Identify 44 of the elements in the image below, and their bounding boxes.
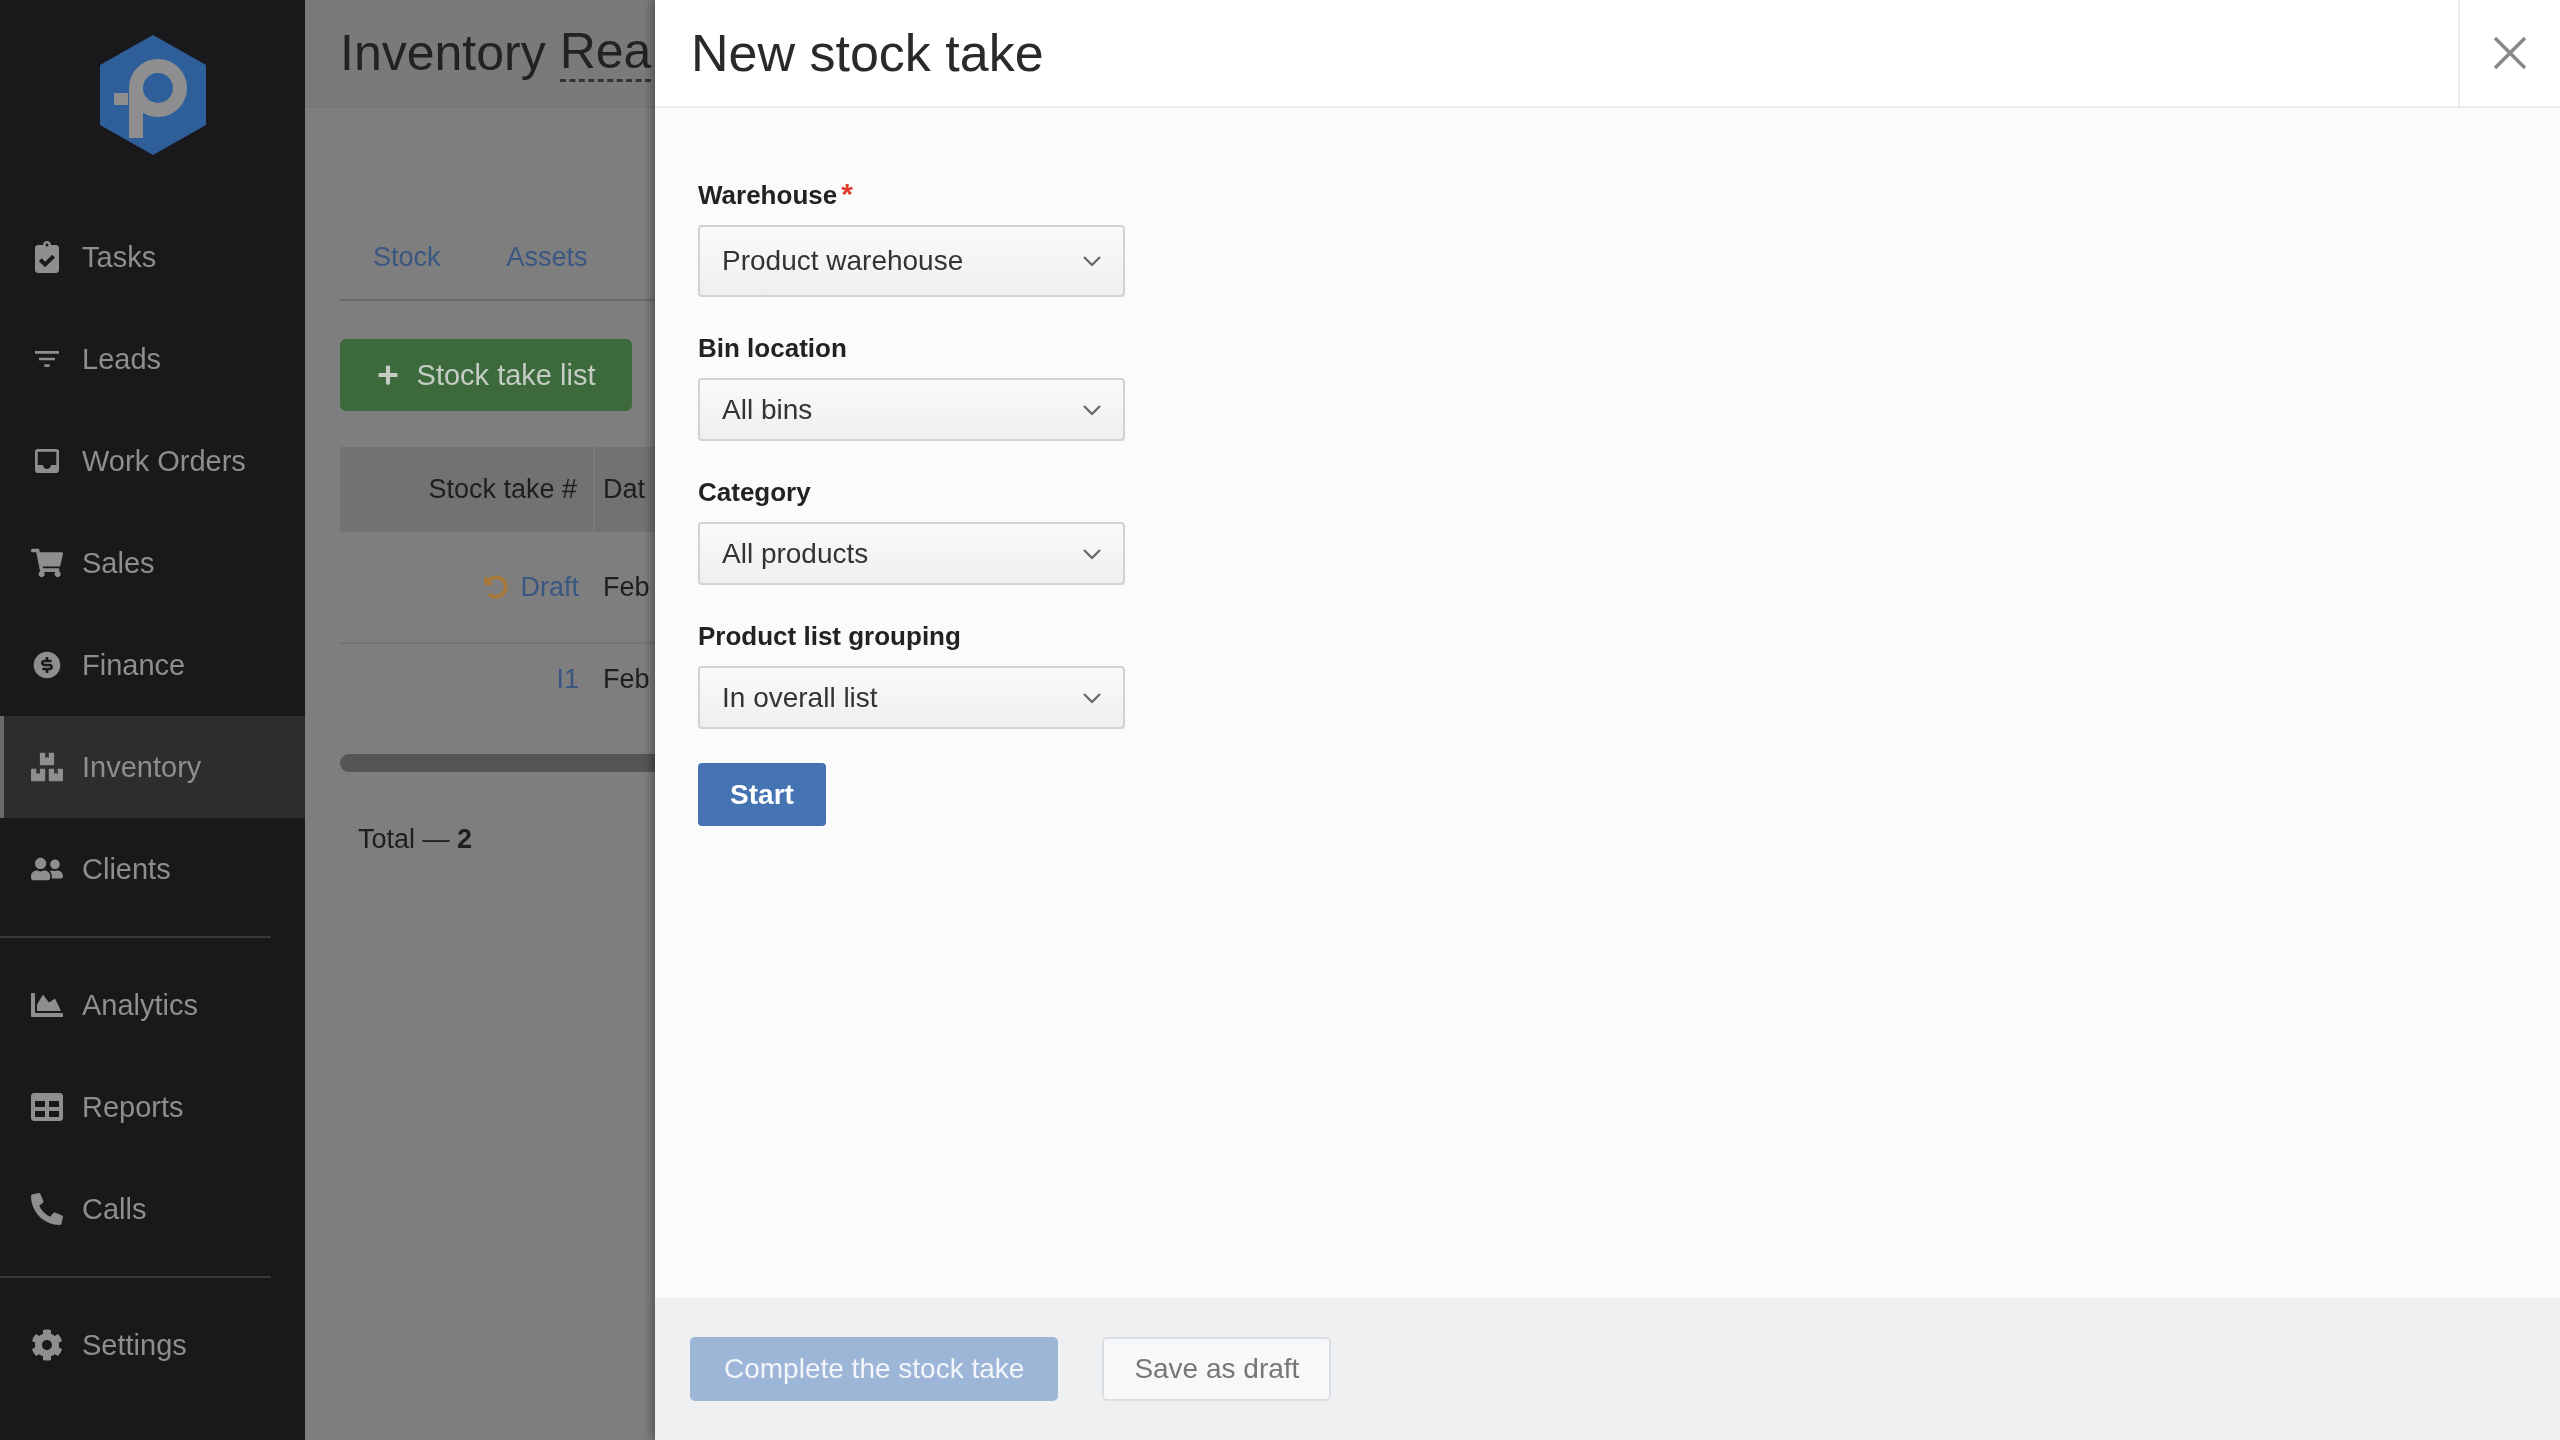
sidebar-item[interactable]: Analytics (0, 954, 305, 1056)
chevron-down-icon (1083, 692, 1101, 703)
table-cell: Feb (603, 663, 650, 695)
required-mark: * (841, 180, 853, 207)
sidebar-item[interactable]: Reports (0, 1056, 305, 1158)
title-link[interactable]: Rea (559, 24, 652, 82)
field-label: Warehouse (698, 180, 838, 211)
dropdown[interactable]: All bins (698, 378, 1125, 441)
cart-icon (30, 546, 64, 580)
sidebar-item[interactable]: Sales (0, 512, 305, 614)
start-button[interactable]: Start (698, 763, 826, 826)
page-title: Inventory (340, 24, 546, 82)
field-label: Category (698, 477, 811, 508)
save-draft-button[interactable]: Save as draft (1102, 1337, 1332, 1401)
boxes-icon (30, 750, 64, 784)
field-label: Product list grouping (698, 621, 961, 652)
drawer-title: New stock take (690, 23, 1045, 84)
sidebar-item[interactable]: Settings (0, 1294, 305, 1396)
undo-icon (484, 575, 509, 599)
table-cell: Feb (603, 571, 650, 603)
settings-icon (30, 1328, 64, 1362)
dropdown[interactable]: All products (698, 522, 1125, 585)
chevron-down-icon (1083, 256, 1101, 266)
plus-icon (376, 364, 399, 386)
field-label: Bin location (698, 333, 847, 364)
column-header: Stock take # (340, 447, 595, 532)
sidebar-item[interactable]: Calls (0, 1158, 305, 1260)
chevron-down-icon (1083, 548, 1101, 559)
scrollbar[interactable] (340, 754, 655, 772)
sidebar-item[interactable]: Tasks (0, 206, 305, 308)
close-icon (2493, 36, 2527, 70)
phone-icon (30, 1192, 64, 1226)
sidebar-item[interactable]: Inventory (0, 716, 305, 818)
dropdown[interactable]: Product warehouse (698, 225, 1125, 297)
sidebar-item[interactable]: Leads (0, 308, 305, 410)
sidebar-item[interactable]: Work Orders (0, 410, 305, 512)
column-header: Dat (595, 447, 655, 532)
table-icon (30, 1090, 64, 1124)
add-stock-take-list-button[interactable]: Stock take list (340, 339, 632, 411)
dropdown[interactable]: In overall list (698, 666, 1125, 729)
chevron-down-icon (1083, 404, 1101, 415)
sidebar-item[interactable]: Finance (0, 614, 305, 716)
sidebar-item[interactable]: Clients (0, 818, 305, 920)
total-count: Total — 2 (357, 824, 474, 855)
